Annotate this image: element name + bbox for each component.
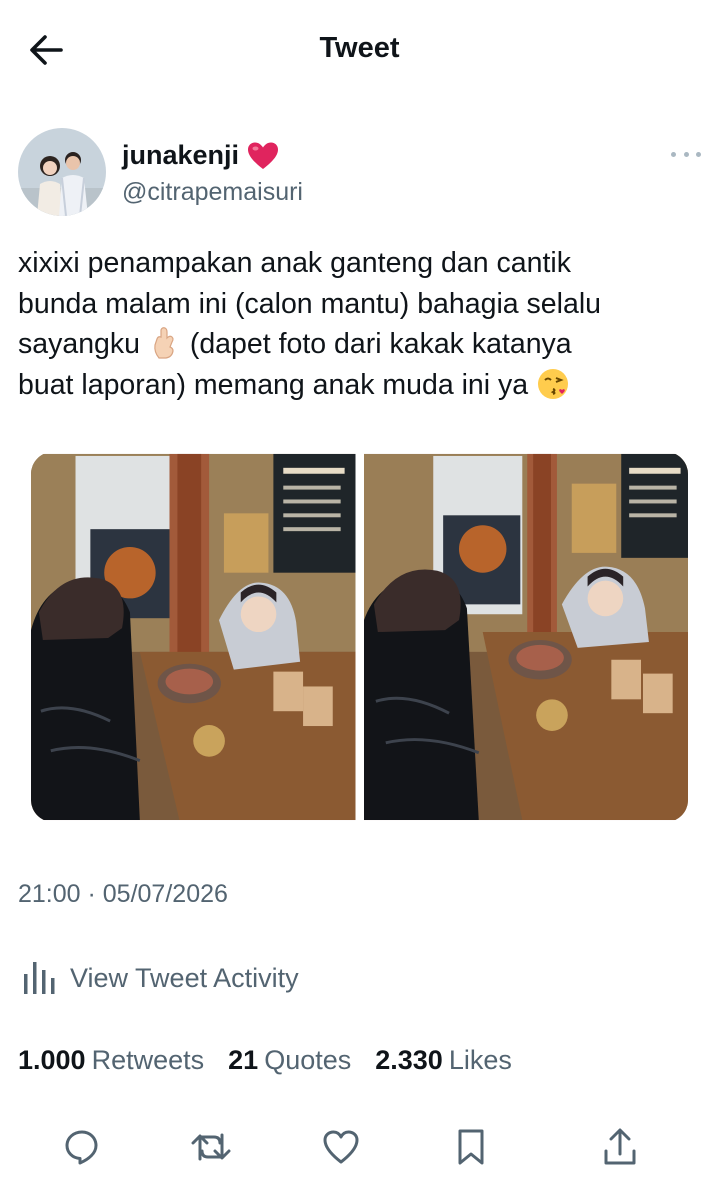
quotes-label: Quotes <box>264 1045 352 1075</box>
share-button[interactable] <box>595 1122 645 1172</box>
more-dot <box>696 151 701 157</box>
quotes-stat[interactable]: 21 Quotes <box>228 1045 351 1076</box>
display-name-text: junakenji <box>122 140 240 170</box>
view-tweet-activity-label: View Tweet Activity <box>70 962 299 993</box>
tweet-text: xixixi penampakan anak ganteng dan canti… <box>18 243 698 405</box>
handle[interactable]: @citrapemaisuri <box>122 178 303 207</box>
retweets-stat[interactable]: 1.000 Retweets <box>18 1045 204 1076</box>
view-tweet-activity-button[interactable]: View Tweet Activity <box>22 958 299 998</box>
retweet-icon <box>191 1133 231 1161</box>
tweet-author: junakenji @citrapemaisuri <box>18 128 701 218</box>
bookmark-button[interactable] <box>446 1122 496 1172</box>
like-button[interactable] <box>316 1122 366 1172</box>
likes-stat[interactable]: 2.330 Likes <box>375 1045 512 1076</box>
tweet-photo-1[interactable] <box>31 452 356 822</box>
top-bar: Tweet <box>0 0 719 100</box>
tweet-media <box>31 452 688 822</box>
share-icon <box>604 1128 636 1165</box>
avatar[interactable] <box>18 128 106 216</box>
tweet-line-1: xixixi penampakan anak ganteng dan canti… <box>18 247 571 279</box>
crossed-fingers-emoji <box>154 327 174 359</box>
likes-label: Likes <box>448 1045 512 1075</box>
action-bar <box>0 1122 719 1172</box>
display-name[interactable]: junakenji <box>122 140 279 171</box>
tweet-line-3-end: (dapet foto dari kakak katanya <box>181 328 572 360</box>
heart-emoji <box>248 142 279 169</box>
bookmark-icon <box>458 1129 484 1165</box>
quotes-count: 21 <box>228 1045 259 1075</box>
tweet-line-2: bunda malam ini (calon mantu) bahagia se… <box>18 287 602 320</box>
page-title: Tweet <box>319 32 400 64</box>
retweet-button[interactable] <box>186 1122 236 1172</box>
bar-chart-icon <box>24 962 55 994</box>
tweet-line-3-start: sayangku <box>18 328 148 360</box>
retweets-label: Retweets <box>91 1045 205 1075</box>
more-horizontal-icon <box>671 151 676 157</box>
more-options-button[interactable] <box>671 144 701 164</box>
reply-icon <box>65 1130 98 1165</box>
like-icon <box>323 1130 359 1164</box>
tweet-line-4-start: buat laporan) memang anak muda ini ya <box>18 368 537 401</box>
tweet-timestamp: 21:00 · 05/07/2026 <box>18 880 228 908</box>
likes-count: 2.330 <box>375 1045 443 1075</box>
tweet-photo-2[interactable] <box>363 452 689 822</box>
reply-button[interactable] <box>57 1122 107 1172</box>
more-dot <box>683 151 689 157</box>
retweets-count: 1.000 <box>18 1045 86 1075</box>
tweet-stats: 1.000 Retweets 21 Quotes 2.330 Likes <box>18 1045 512 1076</box>
face-blowing-kiss-emoji <box>538 368 569 399</box>
